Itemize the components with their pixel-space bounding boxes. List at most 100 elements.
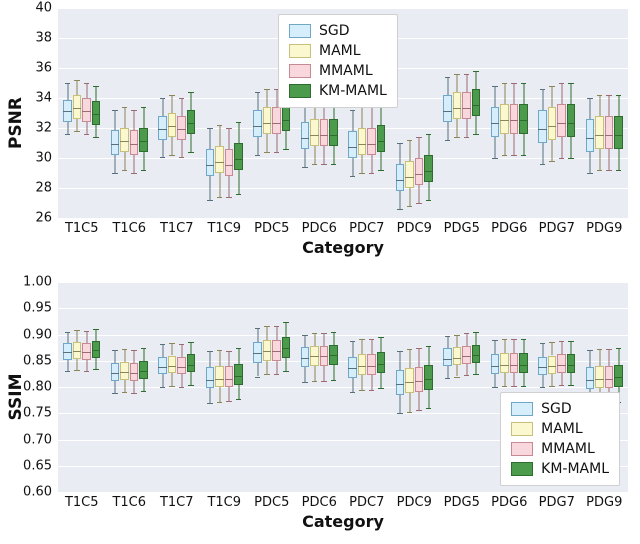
whisker xyxy=(181,140,182,157)
box xyxy=(415,367,424,392)
box xyxy=(206,149,215,176)
box xyxy=(358,354,367,375)
whisker xyxy=(599,95,600,116)
whisker-cap xyxy=(359,390,365,391)
whisker xyxy=(229,387,230,401)
gridline xyxy=(58,282,628,283)
box xyxy=(367,354,376,375)
box xyxy=(187,354,196,372)
whisker xyxy=(409,349,410,368)
whisker xyxy=(457,74,458,92)
whisker-cap xyxy=(207,128,213,129)
whisker-cap xyxy=(274,374,280,375)
whisker-cap xyxy=(521,83,527,84)
whisker xyxy=(172,373,173,386)
box xyxy=(472,345,481,363)
whisker-cap xyxy=(445,77,451,78)
whisker xyxy=(381,337,382,353)
whisker-cap xyxy=(179,98,185,99)
whisker-cap xyxy=(169,386,175,387)
whisker-cap xyxy=(473,332,479,333)
gridline xyxy=(58,492,628,493)
whisker xyxy=(77,80,78,95)
whisker xyxy=(409,140,410,161)
whisker xyxy=(134,381,135,394)
whisker xyxy=(210,351,211,367)
whisker-cap xyxy=(93,86,99,87)
whisker-cap xyxy=(226,197,232,198)
whisker-cap xyxy=(359,173,365,174)
whisker-cap xyxy=(454,74,460,75)
gridline xyxy=(58,335,628,336)
box xyxy=(405,368,414,393)
whisker-cap xyxy=(502,339,508,340)
legend-item: MAML xyxy=(289,41,387,61)
whisker xyxy=(267,134,268,152)
whisker xyxy=(590,350,591,367)
whisker-cap xyxy=(112,110,118,111)
whisker xyxy=(599,149,600,170)
whisker-cap xyxy=(93,369,99,370)
box xyxy=(567,354,576,373)
whisker xyxy=(571,341,572,355)
ytick-label: 0.60 xyxy=(23,485,52,500)
box xyxy=(120,362,129,380)
whisker xyxy=(476,116,477,134)
whisker-cap xyxy=(122,170,128,171)
whisker xyxy=(86,360,87,372)
legend-item: SGD xyxy=(511,399,609,419)
whisker-cap xyxy=(549,386,555,387)
legend-item: MAML xyxy=(511,419,609,439)
whisker-cap xyxy=(521,155,527,156)
box xyxy=(500,104,509,134)
whisker xyxy=(238,170,239,194)
whisker xyxy=(419,185,420,203)
whisker xyxy=(286,322,287,337)
whisker xyxy=(219,173,220,197)
whisker xyxy=(609,349,610,366)
ytick-label: 0.75 xyxy=(23,406,52,421)
box xyxy=(614,116,623,149)
whisker xyxy=(314,333,315,346)
whisker-cap xyxy=(521,386,527,387)
whisker-cap xyxy=(207,351,213,352)
whisker-cap xyxy=(321,381,327,382)
whisker xyxy=(238,385,239,399)
box xyxy=(253,110,262,137)
whisker xyxy=(86,83,87,98)
swatch-icon xyxy=(511,462,533,476)
whisker xyxy=(86,331,87,343)
whisker-cap xyxy=(587,350,593,351)
whisker xyxy=(67,122,68,134)
whisker-cap xyxy=(264,89,270,90)
whisker-cap xyxy=(416,203,422,204)
whisker-cap xyxy=(331,380,337,381)
ytick-label: 34 xyxy=(35,91,52,106)
whisker xyxy=(162,344,163,357)
gridline xyxy=(58,218,628,219)
box xyxy=(282,337,291,358)
box xyxy=(63,343,72,360)
box xyxy=(282,104,291,131)
whisker xyxy=(476,363,477,375)
whisker xyxy=(514,134,515,155)
swatch-icon xyxy=(289,64,311,78)
whisker-cap xyxy=(302,382,308,383)
whisker xyxy=(400,143,401,164)
whisker-cap xyxy=(74,330,80,331)
whisker-cap xyxy=(226,351,232,352)
whisker-cap xyxy=(160,98,166,99)
whisker xyxy=(134,110,135,130)
whisker-cap xyxy=(226,128,232,129)
box xyxy=(168,356,177,374)
whisker xyxy=(172,137,173,155)
box xyxy=(168,113,177,137)
whisker xyxy=(124,107,125,128)
legend-label: KM-MAML xyxy=(319,81,387,101)
ytick-label: 0.90 xyxy=(23,327,52,342)
whisker xyxy=(238,122,239,143)
whisker-cap xyxy=(302,335,308,336)
box xyxy=(234,143,243,170)
xtick-label: PDC6 xyxy=(302,221,337,236)
whisker xyxy=(314,146,315,164)
